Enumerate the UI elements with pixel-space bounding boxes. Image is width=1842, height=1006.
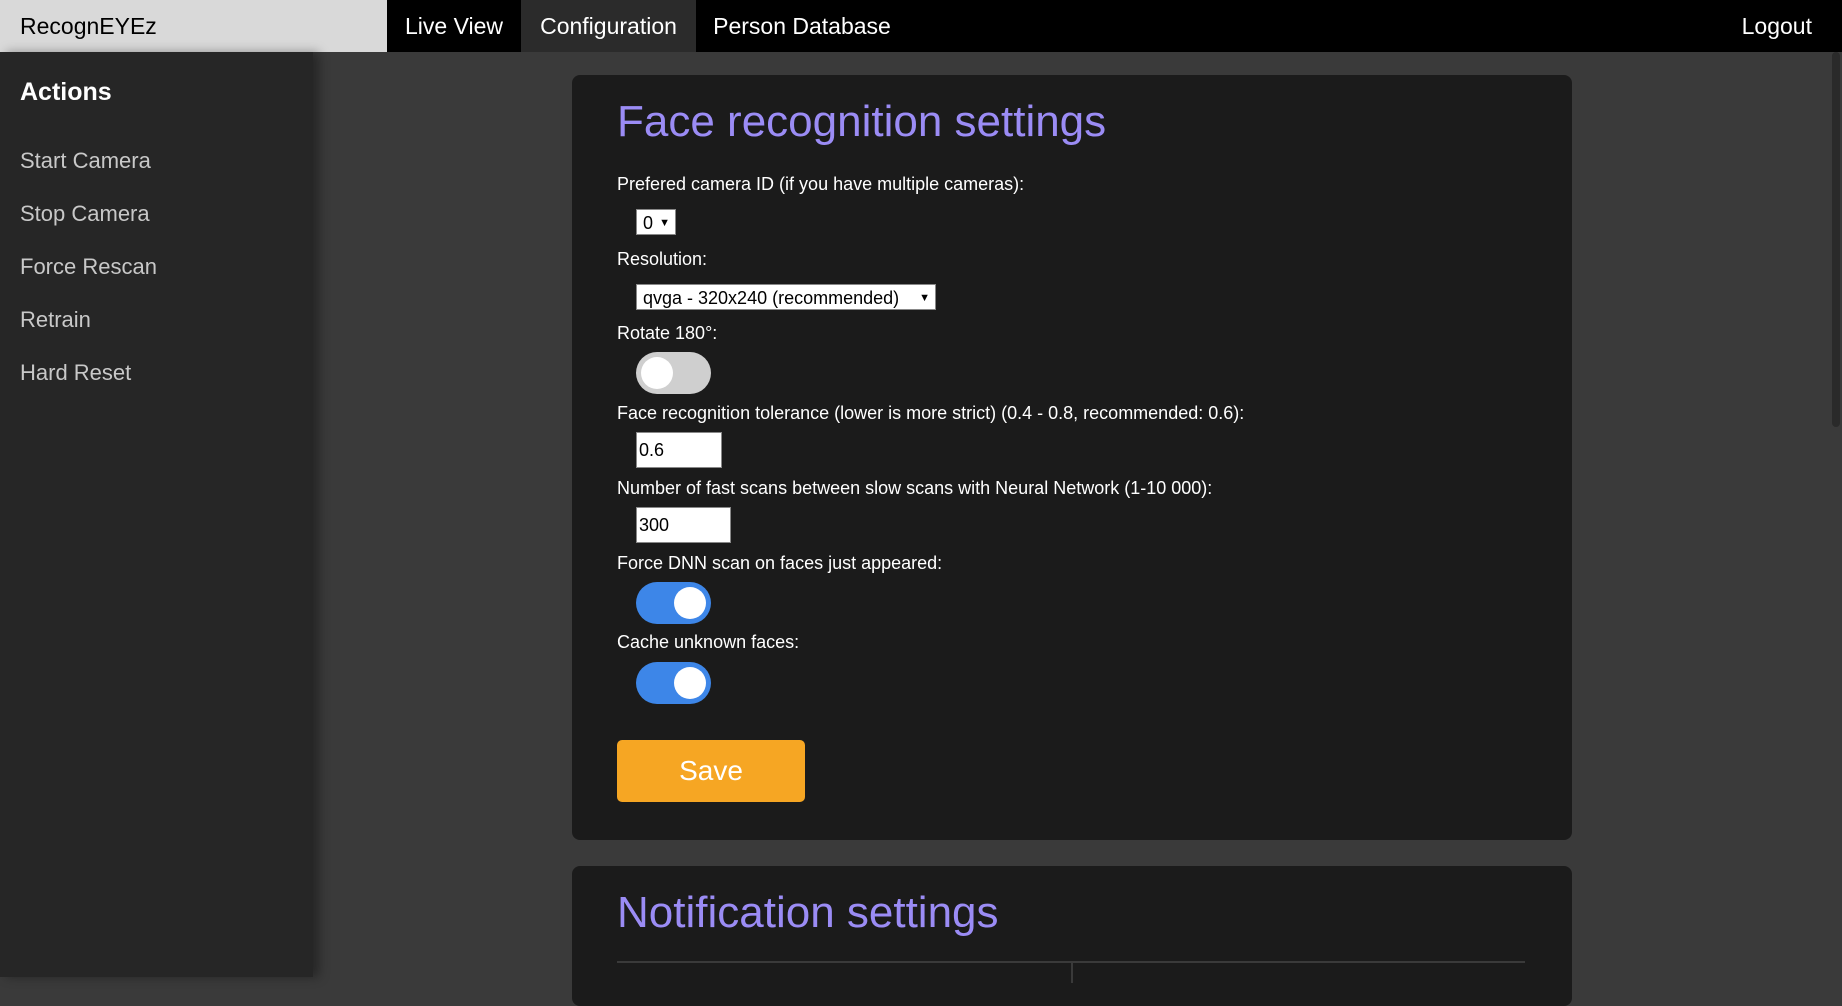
force-dnn-toggle[interactable] xyxy=(636,582,711,624)
resolution-select[interactable]: qvga - 320x240 (recommended) ▼ xyxy=(636,284,936,310)
toggle-knob xyxy=(674,587,706,619)
caret-down-icon: ▼ xyxy=(659,217,670,229)
cache-unknown-toggle[interactable] xyxy=(636,662,711,704)
fast-scans-label: Number of fast scans between slow scans … xyxy=(617,478,1213,498)
tab-live-view[interactable]: Live View xyxy=(387,0,521,52)
sidebar-item-hard-reset[interactable]: Hard Reset xyxy=(20,360,131,386)
save-button[interactable]: Save xyxy=(617,740,805,802)
sidebar-item-start-camera[interactable]: Start Camera xyxy=(20,148,151,174)
resolution-label: Resolution: xyxy=(617,249,708,269)
rotate-label: Rotate 180°: xyxy=(617,323,718,343)
tab-configuration[interactable]: Configuration xyxy=(521,0,696,52)
tolerance-input[interactable]: 0.6 xyxy=(636,432,722,468)
cache-unknown-label: Cache unknown faces: xyxy=(617,632,800,652)
app-brand[interactable]: RecognEYEz xyxy=(0,0,387,52)
camera-id-label: Prefered camera ID (if you have multiple… xyxy=(617,174,1025,194)
tolerance-label: Face recognition tolerance (lower is mor… xyxy=(617,403,1245,423)
resolution-value: qvga - 320x240 (recommended) xyxy=(643,288,900,308)
toggle-knob xyxy=(674,667,706,699)
sidebar-item-stop-camera[interactable]: Stop Camera xyxy=(20,201,150,227)
sidebar-item-force-rescan[interactable]: Force Rescan xyxy=(20,254,157,280)
face-settings-title: Face recognition settings xyxy=(617,97,1107,146)
top-navbar: RecognEYEz Live View Configuration Perso… xyxy=(0,0,1842,52)
caret-down-icon: ▼ xyxy=(919,292,930,304)
face-recognition-settings-card: Face recognition settings Prefered camer… xyxy=(572,75,1572,840)
notification-settings-title: Notification settings xyxy=(617,888,999,937)
scrollbar-thumb[interactable] xyxy=(1832,52,1840,427)
tab-person-database[interactable]: Person Database xyxy=(696,0,908,52)
fast-scans-input[interactable]: 300 xyxy=(636,507,731,543)
table-column-divider xyxy=(1071,963,1073,983)
notification-table xyxy=(617,961,1525,983)
toggle-knob xyxy=(641,357,673,389)
logout-link[interactable]: Logout xyxy=(1742,0,1812,52)
page-scrollbar[interactable] xyxy=(1830,52,1842,977)
sidebar-item-retrain[interactable]: Retrain xyxy=(20,307,91,333)
actions-sidebar: Actions Start Camera Stop Camera Force R… xyxy=(0,52,313,977)
rotate-toggle[interactable] xyxy=(636,352,711,394)
force-dnn-label: Force DNN scan on faces just appeared: xyxy=(617,553,943,573)
notification-settings-card: Notification settings xyxy=(572,866,1572,1006)
camera-id-value: 0 xyxy=(643,213,654,233)
sidebar-title: Actions xyxy=(20,78,112,106)
camera-id-select[interactable]: 0 ▼ xyxy=(636,209,676,235)
